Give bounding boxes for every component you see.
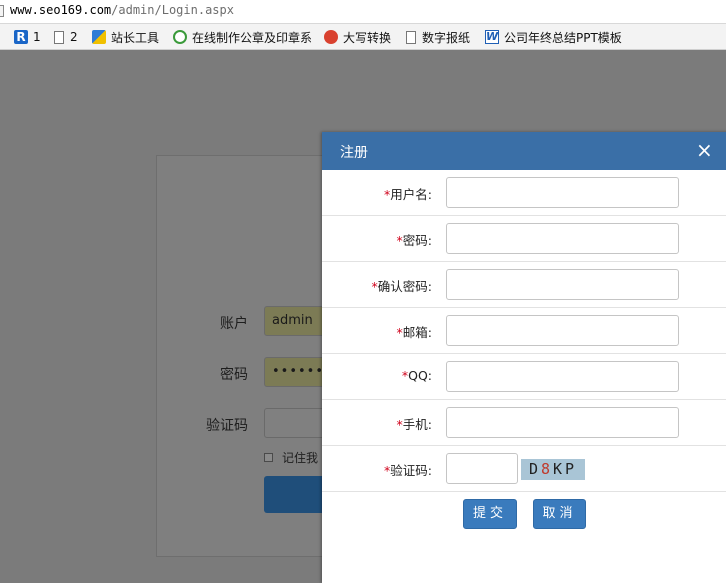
bookmark-label: 1 bbox=[33, 30, 41, 44]
confirm-password-label: *确认密码: bbox=[372, 276, 432, 295]
bookmark-uppercase-convert[interactable]: 大写转换 bbox=[324, 28, 391, 46]
field-label: 邮箱: bbox=[402, 325, 432, 340]
convert-icon bbox=[324, 30, 338, 44]
email-label: *邮箱: bbox=[397, 322, 432, 341]
captcha-char: 8 bbox=[540, 460, 553, 478]
modal-header: 注册 × bbox=[322, 132, 726, 170]
modal-title: 注册 bbox=[340, 145, 368, 161]
page-icon bbox=[406, 30, 416, 44]
bookmark-seal-maker[interactable]: 在线制作公章及印章系 bbox=[173, 28, 311, 46]
password-label: 密码 bbox=[220, 367, 248, 383]
field-label: QQ: bbox=[408, 368, 432, 383]
register-modal: 注册 × *用户名: *密码: *确认密码: *邮箱: *QQ: *手机: *验… bbox=[322, 132, 726, 583]
captcha-label: 验证码 bbox=[206, 418, 248, 434]
phone-input[interactable] bbox=[446, 407, 679, 438]
confirm-password-row: *确认密码: bbox=[322, 262, 726, 308]
captcha-char: D bbox=[528, 460, 541, 478]
bookmark-ppt-template[interactable]: W 公司年终总结PPT模板 bbox=[485, 28, 726, 46]
captcha-image[interactable]: D8KP bbox=[521, 459, 585, 480]
field-label: 验证码: bbox=[390, 463, 432, 478]
field-label: 手机: bbox=[402, 417, 432, 432]
phone-row: *手机: bbox=[322, 400, 726, 446]
qq-label: *QQ: bbox=[402, 368, 432, 383]
username-label: *用户名: bbox=[384, 184, 432, 203]
cancel-button[interactable]: 取消 bbox=[533, 499, 586, 529]
bookmark-label: 在线制作公章及印章系 bbox=[192, 30, 311, 45]
bookmark-label: 站长工具 bbox=[111, 30, 160, 45]
remember-label: 记住我 bbox=[282, 451, 319, 465]
captcha-char: KP bbox=[553, 460, 578, 478]
username-row: *用户名: bbox=[322, 170, 726, 216]
bookmarks-bar: R 1 2 站长工具 在线制作公章及印章系 大写转换 数字报纸 W 公司年终总结… bbox=[0, 24, 726, 50]
bookmark-webmaster-tools[interactable]: 站长工具 bbox=[92, 28, 159, 46]
qq-row: *QQ: bbox=[322, 354, 726, 400]
email-row: *邮箱: bbox=[322, 308, 726, 354]
bookmark-label: 数字报纸 bbox=[422, 30, 471, 45]
bookmark-label: 公司年终总结PPT模板 bbox=[504, 30, 622, 45]
password-label: *密码: bbox=[397, 230, 432, 249]
seal-icon bbox=[173, 30, 187, 44]
tool-icon bbox=[92, 30, 106, 44]
address-host: www.seo169.com bbox=[10, 3, 112, 17]
phone-label: *手机: bbox=[397, 414, 432, 433]
field-label: 用户名: bbox=[390, 187, 432, 202]
password-input[interactable] bbox=[446, 223, 679, 254]
account-label: 账户 bbox=[220, 316, 248, 332]
r-logo-icon: R bbox=[14, 30, 28, 44]
bookmark-digital-newspaper[interactable]: 数字报纸 bbox=[404, 28, 470, 46]
bookmarks-handle-icon bbox=[0, 31, 5, 43]
page-icon bbox=[0, 5, 4, 17]
field-label: 密码: bbox=[402, 233, 432, 248]
field-label: 确认密码: bbox=[377, 279, 432, 294]
qq-input[interactable] bbox=[446, 361, 679, 392]
captcha-label: *验证码: bbox=[384, 460, 432, 479]
word-icon: W bbox=[485, 30, 499, 44]
address-path: /admin/Login.aspx bbox=[111, 3, 234, 17]
username-input[interactable] bbox=[446, 177, 679, 208]
page-icon bbox=[54, 30, 64, 44]
email-input[interactable] bbox=[446, 315, 679, 346]
bookmark-label: 2 bbox=[70, 30, 78, 44]
password-row: *密码: bbox=[322, 216, 726, 262]
submit-button[interactable]: 提交 bbox=[463, 499, 517, 529]
captcha-input[interactable] bbox=[446, 453, 518, 484]
bookmark-1[interactable]: R 1 bbox=[14, 28, 41, 46]
bookmark-2[interactable]: 2 bbox=[52, 28, 78, 46]
close-icon[interactable]: × bbox=[696, 139, 713, 161]
remember-checkbox[interactable] bbox=[264, 453, 273, 462]
bookmark-label: 大写转换 bbox=[343, 30, 392, 45]
captcha-row: *验证码: D8KP bbox=[322, 446, 726, 492]
confirm-password-input[interactable] bbox=[446, 269, 679, 300]
address-bar[interactable]: www.seo169.com/admin/Login.aspx bbox=[0, 0, 726, 24]
address-url[interactable]: www.seo169.com/admin/Login.aspx bbox=[10, 3, 234, 17]
